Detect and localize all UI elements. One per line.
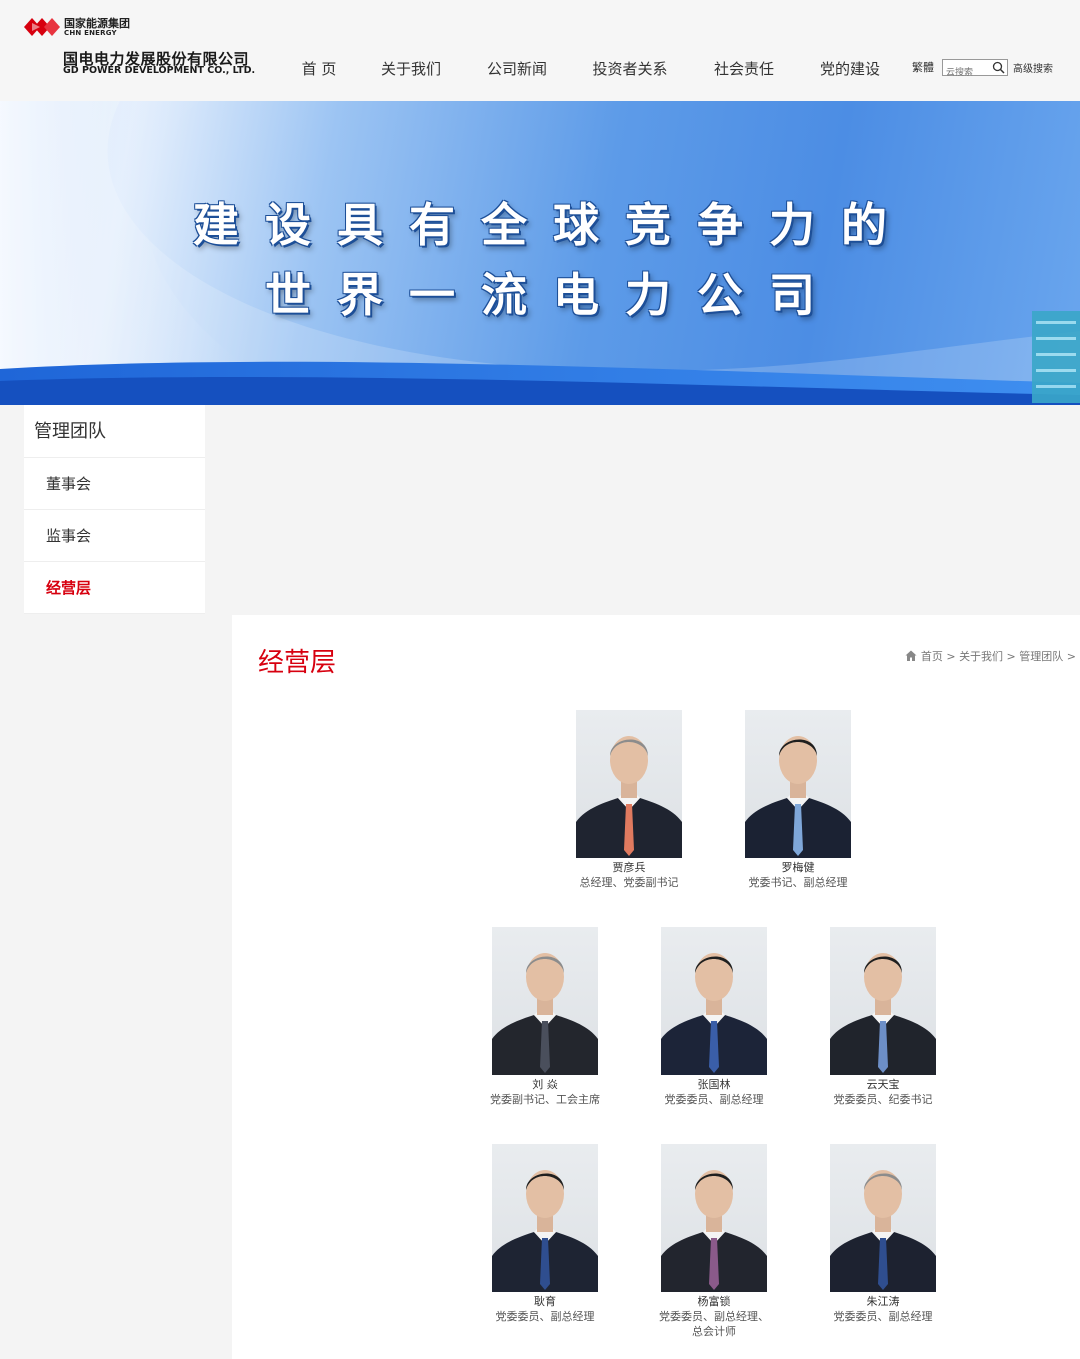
- search-icon[interactable]: [992, 61, 1005, 74]
- person-card[interactable]: 贾彦兵 总经理、党委副书记: [559, 710, 699, 890]
- person-title: 党委委员、副总经理: [664, 1093, 764, 1106]
- home-icon: [905, 650, 917, 661]
- nav-social-responsibility[interactable]: 社会责任: [690, 58, 798, 82]
- person-photo: [830, 927, 936, 1075]
- person-name: 张国林: [697, 1078, 731, 1091]
- person-card[interactable]: 刘 焱 党委副书记、工会主席: [475, 927, 615, 1107]
- breadcrumb-management-team[interactable]: 管理团队: [1019, 648, 1063, 664]
- logo-group-name-en: CHN ENERGY: [64, 29, 117, 37]
- main-nav: 首 页 关于我们 公司新闻 投资者关系 社会责任 党的建设: [280, 58, 902, 82]
- advanced-search-link[interactable]: 高级搜索: [1013, 60, 1053, 75]
- page-title: 经营层: [258, 648, 337, 678]
- logo-company-name-en: GD POWER DEVELOPMENT CO., LTD.: [63, 65, 256, 76]
- person-card[interactable]: 杨富锁 党委委员、副总经理、 总会计师: [644, 1144, 784, 1339]
- person-title-continued: 总会计师: [692, 1325, 736, 1338]
- breadcrumb-separator: >: [1063, 649, 1076, 663]
- company-logo[interactable]: 国家能源集团 CHN ENERGY 国电电力发展股份有限公司 GD POWER …: [22, 12, 272, 82]
- portrait-silhouette: [830, 953, 936, 1075]
- banner-slogan-line2: 世界一流电力公司: [265, 268, 841, 322]
- sidebar-item-management[interactable]: 经营层: [24, 562, 205, 614]
- breadcrumb-separator: >: [942, 649, 960, 663]
- person-photo: [492, 927, 598, 1075]
- breadcrumb: 首页 > 关于我们 > 管理团队 >: [905, 648, 1076, 664]
- hero-banner: 建设具有全球竞争力的 世界一流电力公司: [0, 101, 1080, 405]
- person-photo: [492, 1144, 598, 1292]
- nav-news[interactable]: 公司新闻: [464, 58, 570, 82]
- sidebar: 管理团队 董事会 监事会 经营层: [24, 405, 205, 614]
- person-photo: [745, 710, 851, 858]
- person-photo: [661, 927, 767, 1075]
- person-card[interactable]: 张国林 党委委员、副总经理: [644, 927, 784, 1107]
- breadcrumb-home[interactable]: 首页: [921, 648, 943, 664]
- person-name: 罗梅健: [781, 861, 815, 874]
- person-card[interactable]: 云天宝 党委委员、纪委书记: [813, 927, 953, 1107]
- person-card[interactable]: 耿育 党委委员、副总经理: [475, 1144, 615, 1324]
- site-header: 国家能源集团 CHN ENERGY 国电电力发展股份有限公司 GD POWER …: [0, 0, 1080, 101]
- person-photo: [576, 710, 682, 858]
- person-photo: [830, 1144, 936, 1292]
- portrait-silhouette: [576, 736, 682, 858]
- person-card[interactable]: 罗梅健 党委书记、副总经理: [728, 710, 868, 890]
- portrait-silhouette: [661, 953, 767, 1075]
- portrait-silhouette: [745, 736, 851, 858]
- person-title: 党委书记、副总经理: [748, 876, 848, 889]
- nav-party-building[interactable]: 党的建设: [798, 58, 902, 82]
- person-title: 党委副书记、工会主席: [490, 1093, 600, 1106]
- person-name: 云天宝: [866, 1078, 900, 1091]
- sidebar-item-board[interactable]: 董事会: [24, 458, 205, 510]
- person-photo: [661, 1144, 767, 1292]
- portrait-silhouette: [830, 1170, 936, 1292]
- header-utilities: 繁體 高级搜索: [912, 58, 1053, 80]
- portrait-silhouette: [492, 953, 598, 1075]
- main-content: 经营层 首页 > 关于我们 > 管理团队 > 贾彦兵 总经理、党委副书记 罗梅健…: [232, 615, 1080, 1359]
- person-name: 贾彦兵: [612, 861, 646, 874]
- nav-about[interactable]: 关于我们: [358, 58, 464, 82]
- person-title: 党委委员、副总经理、: [659, 1310, 769, 1323]
- person-title: 总经理、党委副书记: [579, 876, 679, 889]
- portrait-silhouette: [492, 1170, 598, 1292]
- search-input[interactable]: [943, 65, 991, 80]
- person-title: 党委委员、纪委书记: [833, 1093, 933, 1106]
- breadcrumb-separator: >: [1003, 649, 1020, 663]
- person-name: 刘 焱: [532, 1078, 558, 1091]
- breadcrumb-about[interactable]: 关于我们: [959, 648, 1003, 664]
- person-name: 杨富锁: [697, 1295, 731, 1308]
- search-box: [942, 58, 1008, 80]
- person-title: 党委委员、副总经理: [833, 1310, 933, 1323]
- chn-energy-logo-icon: [24, 18, 60, 36]
- person-name: 朱江涛: [866, 1295, 900, 1308]
- traditional-chinese-link[interactable]: 繁體: [912, 59, 934, 75]
- banner-slogan-line1: 建设具有全球竞争力的: [193, 198, 913, 252]
- nav-home[interactable]: 首 页: [280, 58, 358, 82]
- sidebar-item-supervisory-board[interactable]: 监事会: [24, 510, 205, 562]
- nav-investors[interactable]: 投资者关系: [570, 58, 690, 82]
- person-title: 党委委员、副总经理: [495, 1310, 595, 1323]
- sidebar-title: 管理团队: [24, 405, 205, 458]
- person-card[interactable]: 朱江涛 党委委员、副总经理: [813, 1144, 953, 1324]
- person-name: 耿育: [534, 1295, 556, 1308]
- portrait-silhouette: [661, 1170, 767, 1292]
